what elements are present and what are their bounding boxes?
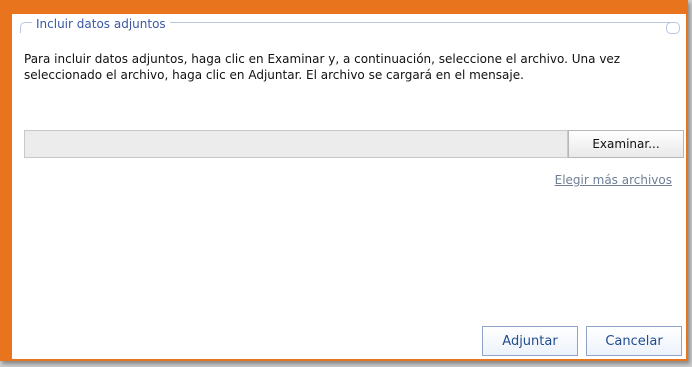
- instructions-line-2: seleccionado el archivo, haga clic en Ad…: [24, 68, 524, 82]
- file-path-input[interactable]: [24, 130, 568, 158]
- groupbox-right-cap: [666, 22, 680, 34]
- cancel-button[interactable]: Cancelar: [586, 326, 682, 356]
- choose-more-files-link[interactable]: Elegir más archivos: [555, 173, 672, 187]
- dialog-frame: Incluir datos adjuntos Para incluir dato…: [0, 0, 688, 361]
- dialog-actions: Adjuntar Cancelar: [474, 326, 684, 358]
- attach-button[interactable]: Adjuntar: [482, 326, 578, 356]
- instructions-text: Para incluir datos adjuntos, haga clic e…: [24, 51, 674, 83]
- file-picker-row: Examinar...: [24, 130, 684, 160]
- instructions-line-1: Para incluir datos adjuntos, haga clic e…: [24, 52, 621, 66]
- browse-button[interactable]: Examinar...: [568, 130, 684, 158]
- attachments-dialog: Incluir datos adjuntos Para incluir dato…: [12, 14, 686, 359]
- group-title: Incluir datos adjuntos: [32, 16, 170, 32]
